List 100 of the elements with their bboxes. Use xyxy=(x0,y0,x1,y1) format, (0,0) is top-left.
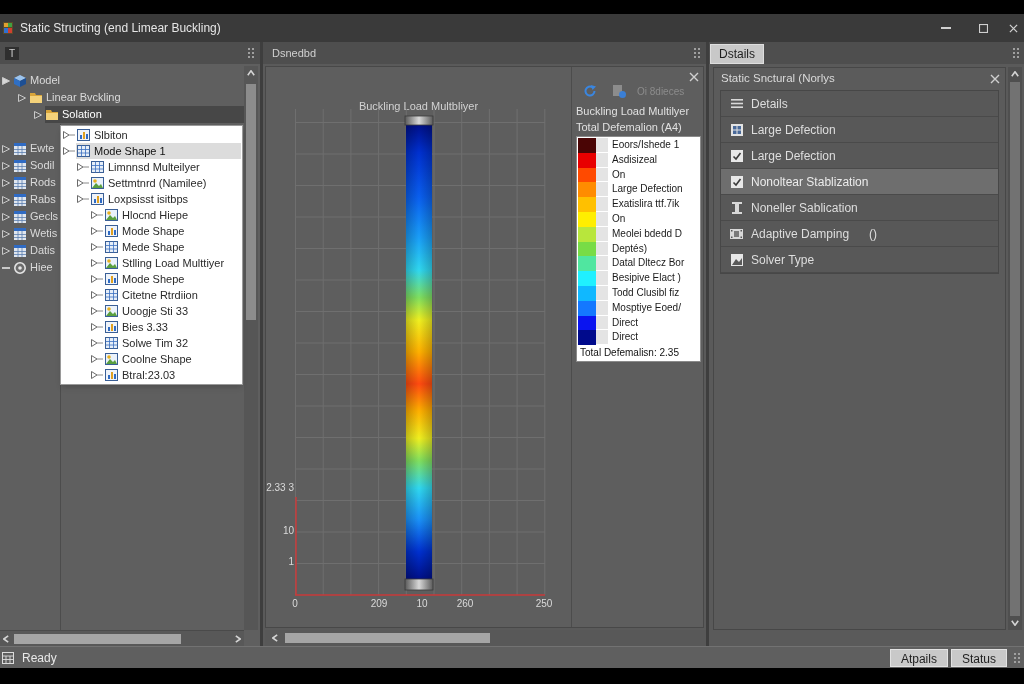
status-button[interactable]: Status xyxy=(950,648,1007,667)
status-text: Ready xyxy=(22,649,57,667)
expand-toggle-icon[interactable] xyxy=(77,163,89,171)
legend-label: On xyxy=(611,167,626,182)
expand-toggle-icon[interactable] xyxy=(91,211,103,219)
expand-toggle-icon[interactable] xyxy=(77,195,89,203)
chevron-left-icon[interactable] xyxy=(272,634,278,642)
table-icon xyxy=(14,159,26,172)
legend-label: Asdisizeal xyxy=(611,152,658,167)
expand-toggle-icon[interactable] xyxy=(91,227,103,235)
expand-toggle-icon[interactable] xyxy=(91,275,103,283)
legend-label: Mosptiye Eoed/ xyxy=(611,300,681,315)
chevron-up-icon[interactable] xyxy=(1011,71,1019,77)
grid-icon xyxy=(105,337,118,349)
chevron-down-icon[interactable] xyxy=(1011,620,1019,626)
table-icon xyxy=(14,142,26,155)
expand-toggle-icon[interactable] xyxy=(2,246,10,255)
expand-toggle-icon[interactable] xyxy=(91,323,103,331)
grip-icon[interactable] xyxy=(248,48,254,58)
tree-item[interactable]: Hiee xyxy=(13,259,54,276)
grid-icon xyxy=(77,145,90,157)
image-icon xyxy=(105,209,118,221)
tree-item[interactable]: Limnnsd Multeilyer xyxy=(90,159,202,175)
tree-item[interactable]: Uoogje Sti 33 xyxy=(104,303,191,319)
expand-toggle-icon[interactable] xyxy=(63,147,75,155)
expand-toggle-icon[interactable] xyxy=(2,212,10,221)
legend-label: On xyxy=(611,212,626,226)
expand-toggle-icon[interactable] xyxy=(91,307,103,315)
close-icon[interactable] xyxy=(990,74,1000,84)
tree-item[interactable]: Mede Shape xyxy=(104,239,187,255)
tree-item[interactable]: Citetne Rtrdiion xyxy=(104,287,200,303)
tree-item[interactable]: Wetis xyxy=(13,225,59,242)
folder-icon xyxy=(30,92,42,103)
tree-item[interactable]: Hlocnd Hiepe xyxy=(104,207,191,223)
tree-item[interactable]: Coolne Shape xyxy=(104,351,194,367)
tree-item[interactable]: Datis xyxy=(13,242,57,259)
expand-toggle-icon[interactable] xyxy=(18,93,26,102)
image-icon xyxy=(91,177,104,189)
legend-label: Large Defection xyxy=(611,182,683,197)
legend-label: Meolei bdedd D xyxy=(611,226,683,241)
tree-item[interactable]: Solation xyxy=(45,106,244,123)
close-icon[interactable] xyxy=(689,72,699,82)
grip-icon[interactable] xyxy=(1013,48,1019,58)
axis-tick-label: 10 xyxy=(416,598,428,610)
tree-item[interactable]: Mode Shape xyxy=(104,223,187,239)
tree-item[interactable]: Rods xyxy=(13,174,57,191)
legend-label: Besipive Elact ) xyxy=(611,271,681,286)
grip-icon[interactable] xyxy=(1014,652,1020,663)
tree-item[interactable]: Mode Shape 1 xyxy=(76,143,241,159)
check-square-icon xyxy=(730,175,743,188)
image-icon xyxy=(105,257,118,269)
property-row[interactable]: Nonoltear Stablization xyxy=(721,169,998,195)
axis-tick-label: 250 xyxy=(535,598,553,610)
scrollbar-thumb[interactable] xyxy=(246,84,256,320)
scrollbar-thumb[interactable] xyxy=(285,633,490,643)
grid-icon xyxy=(91,161,104,173)
expand-toggle-icon[interactable] xyxy=(91,371,103,379)
expand-toggle-icon[interactable] xyxy=(91,259,103,267)
panel-tab[interactable]: Dstails xyxy=(710,44,764,64)
tree-item[interactable]: Stlling Load Multtiyer xyxy=(104,255,227,271)
chevron-up-icon[interactable] xyxy=(247,70,255,76)
expand-toggle-icon[interactable] xyxy=(77,179,89,187)
status-button[interactable]: Atpails xyxy=(889,648,948,667)
expand-toggle-icon[interactable] xyxy=(91,243,103,251)
expand-toggle-icon[interactable] xyxy=(2,161,10,170)
tree-item[interactable]: Settmtnrd (Namilee) xyxy=(90,175,209,191)
scrollbar-thumb[interactable] xyxy=(14,633,181,644)
tree-item[interactable]: Loxpsisst isitbps xyxy=(90,191,191,207)
tree-item[interactable]: Model xyxy=(13,72,61,89)
expand-toggle-icon[interactable] xyxy=(91,355,103,363)
tree-item[interactable]: Bies 3.33 xyxy=(104,319,170,335)
toolbar-button[interactable]: T xyxy=(5,46,19,60)
expand-toggle-icon[interactable] xyxy=(34,110,42,119)
expand-toggle-icon[interactable] xyxy=(63,131,75,139)
tree-item[interactable]: Btral:23.03 xyxy=(104,367,178,383)
tree-item[interactable]: Mode Shepe xyxy=(104,271,187,287)
dash-icon xyxy=(2,266,10,269)
property-value: () xyxy=(869,225,878,243)
expand-toggle-icon[interactable] xyxy=(2,178,10,187)
expand-toggle-icon[interactable] xyxy=(2,144,10,153)
expand-toggle-icon[interactable] xyxy=(2,229,10,238)
tree-item[interactable]: Rabs xyxy=(13,191,57,208)
expand-toggle-icon[interactable] xyxy=(2,76,10,85)
legend-label: Datal Dltecz Bor xyxy=(611,256,685,271)
chevron-left-icon[interactable] xyxy=(3,634,9,643)
grip-icon[interactable] xyxy=(694,48,700,58)
expand-toggle-icon[interactable] xyxy=(2,195,10,204)
tree-item[interactable]: Gecls xyxy=(13,208,60,225)
image-icon xyxy=(105,305,118,317)
expand-toggle-icon[interactable] xyxy=(91,291,103,299)
scrollbar-thumb[interactable] xyxy=(1010,82,1020,616)
tree-item[interactable]: Slbiton xyxy=(76,127,130,143)
chevron-right-icon[interactable] xyxy=(235,634,241,643)
tree-item[interactable]: Solwe Tim 32 xyxy=(104,335,191,351)
expand-toggle-icon[interactable] xyxy=(91,339,103,347)
legend-cell xyxy=(596,182,608,198)
lines-icon xyxy=(730,99,743,108)
tree-item[interactable]: Sodil xyxy=(13,157,56,174)
tree-item[interactable]: Linear Bvckling xyxy=(29,89,122,106)
tree-item[interactable]: Ewte xyxy=(13,140,56,157)
